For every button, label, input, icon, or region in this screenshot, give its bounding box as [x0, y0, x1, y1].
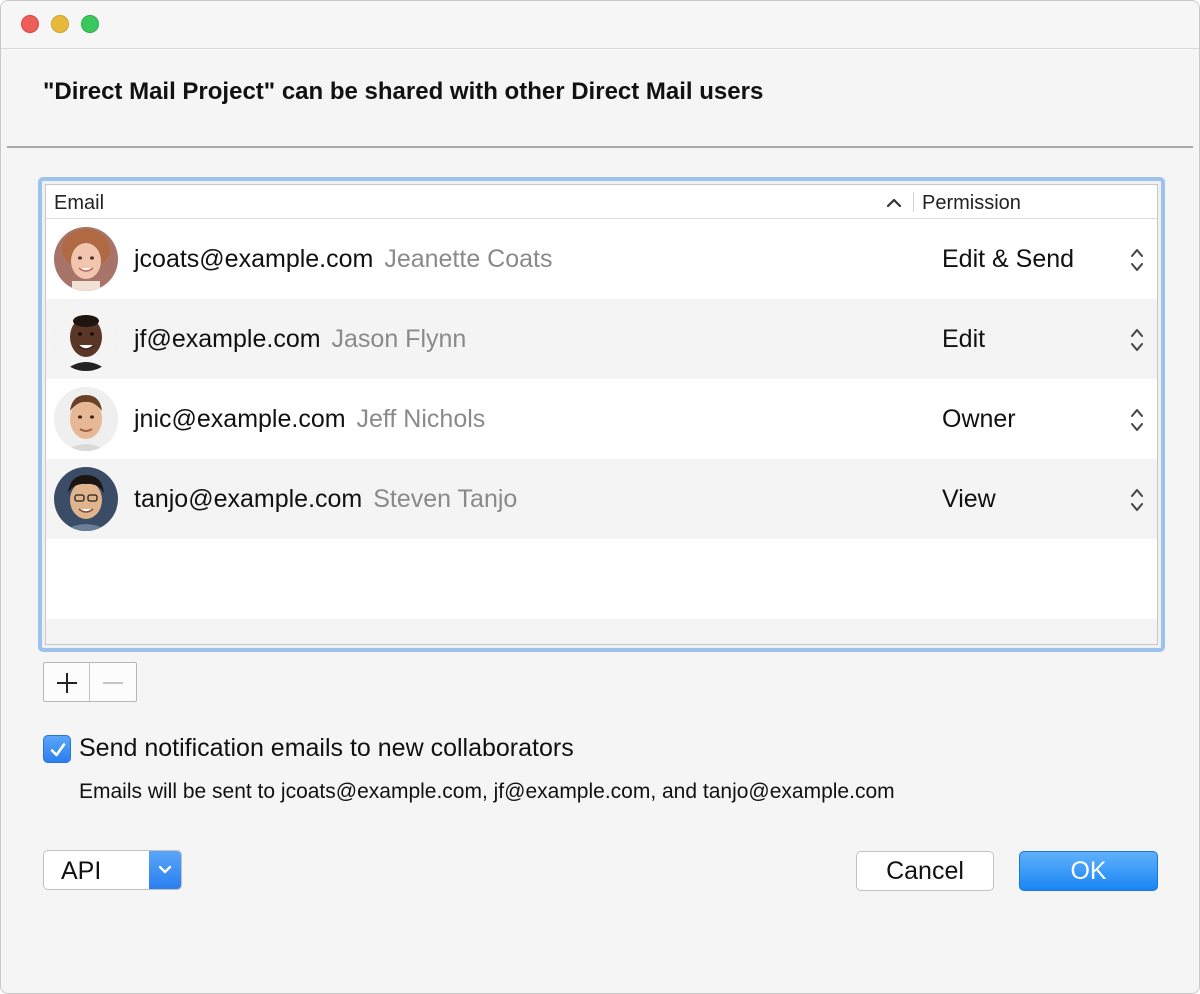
column-separator[interactable] [913, 192, 914, 212]
table-row[interactable]: jnic@example.com Jeff Nichols Owner [46, 379, 1157, 459]
ok-button[interactable]: OK [1019, 851, 1158, 891]
notify-checkbox-label[interactable]: Send notification emails to new collabor… [79, 734, 574, 763]
avatar-steven [54, 467, 118, 531]
up-down-chevron-icon[interactable] [1128, 326, 1146, 354]
empty-table-row [46, 539, 1157, 619]
cancel-button[interactable]: Cancel [856, 851, 994, 891]
minus-icon [103, 682, 123, 684]
permission-popup[interactable]: Edit & Send [942, 245, 1074, 274]
collaborators-table[interactable]: Email Permission jcoats@example.com Jean… [45, 184, 1158, 645]
table-row[interactable]: tanjo@example.com Steven Tanjo View [46, 459, 1157, 539]
add-remove-control [43, 662, 137, 702]
add-collaborator-button[interactable] [44, 663, 90, 701]
avatar-jason [54, 307, 118, 371]
row-email-address: tanjo@example.com [134, 485, 363, 513]
row-email: jf@example.com Jason Flynn [134, 325, 466, 354]
notify-recipients-note: Emails will be sent to jcoats@example.co… [79, 780, 895, 803]
row-email-address: jnic@example.com [134, 405, 346, 433]
notify-checkbox[interactable] [43, 735, 71, 763]
titlebar [1, 1, 1199, 49]
row-email: jcoats@example.com Jeanette Coats [134, 245, 552, 274]
plus-icon [57, 673, 77, 693]
column-header-permission[interactable]: Permission [922, 192, 1021, 215]
share-dialog-window: "Direct Mail Project" can be shared with… [0, 0, 1200, 994]
dialog-heading: "Direct Mail Project" can be shared with… [43, 78, 764, 105]
up-down-chevron-icon[interactable] [1128, 406, 1146, 434]
table-row[interactable]: jf@example.com Jason Flynn Edit [46, 299, 1157, 379]
row-email-address: jf@example.com [134, 325, 321, 353]
avatar-jeff [54, 387, 118, 451]
remove-collaborator-button[interactable] [90, 663, 136, 701]
empty-table-row [46, 619, 1157, 644]
row-full-name: Steven Tanjo [373, 485, 518, 513]
collaborators-table-focus-ring: Email Permission jcoats@example.com Jean… [38, 177, 1165, 652]
permission-popup[interactable]: Owner [942, 405, 1016, 434]
checkmark-icon [50, 743, 66, 757]
chevron-up-icon[interactable] [884, 188, 904, 222]
up-down-chevron-icon[interactable] [1128, 486, 1146, 514]
table-header: Email Permission [46, 185, 1157, 219]
permission-popup[interactable]: Edit [942, 325, 985, 354]
row-email-address: jcoats@example.com [134, 245, 374, 273]
row-email: tanjo@example.com Steven Tanjo [134, 485, 517, 514]
api-popup-button[interactable]: API [43, 850, 182, 890]
permission-popup[interactable]: View [942, 485, 996, 514]
row-full-name: Jeanette Coats [384, 245, 553, 273]
zoom-icon[interactable] [81, 15, 99, 33]
table-row[interactable]: jcoats@example.com Jeanette Coats Edit &… [46, 219, 1157, 299]
close-icon[interactable] [21, 15, 39, 33]
column-header-email[interactable]: Email [54, 192, 104, 215]
avatar-jeanette [54, 227, 118, 291]
up-down-chevron-icon[interactable] [1128, 246, 1146, 274]
minimize-icon[interactable] [51, 15, 69, 33]
popup-selected-value: API [61, 857, 102, 885]
row-email: jnic@example.com Jeff Nichols [134, 405, 485, 434]
heading-divider [7, 146, 1193, 148]
row-full-name: Jeff Nichols [356, 405, 486, 433]
chevron-down-icon [158, 865, 172, 874]
popup-arrow [149, 851, 181, 889]
row-full-name: Jason Flynn [331, 325, 467, 353]
